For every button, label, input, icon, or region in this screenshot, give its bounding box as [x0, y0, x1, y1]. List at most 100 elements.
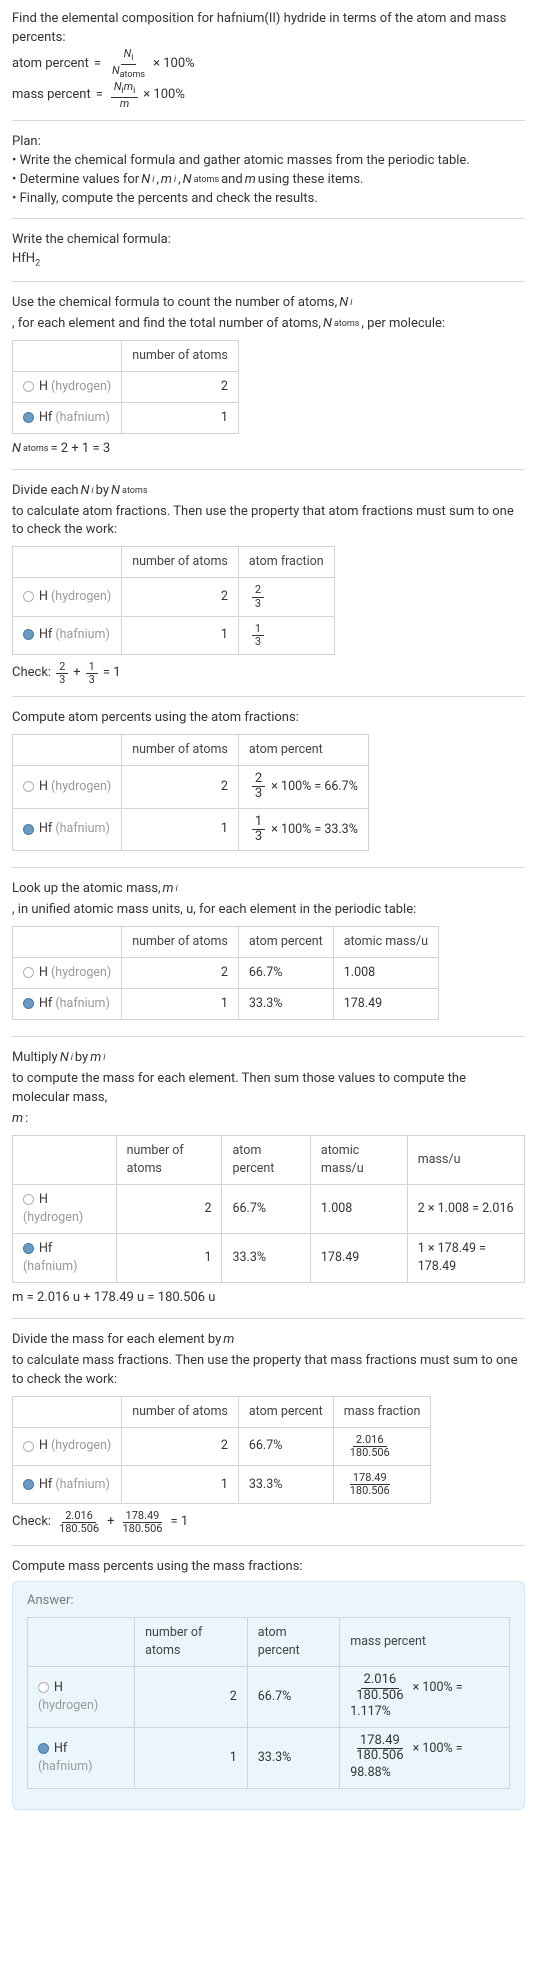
- fraction: 23: [252, 772, 265, 802]
- plan-b2-nasub: atoms: [194, 174, 219, 187]
- hydrogen-dot-icon: [38, 1682, 49, 1693]
- table-row: Hf (hafnium) 1 13 × 100% = 33.3%: [13, 808, 369, 851]
- element-h: H (hydrogen): [13, 957, 122, 988]
- check-frac-2: 178.49180.506: [119, 1510, 165, 1535]
- table-row: Hf (hafnium) 1 33.3% 178.49 1 × 178.49 =…: [13, 1234, 525, 1283]
- hf-symbol: Hf: [39, 996, 55, 1011]
- natoms-total: Natoms = 2 + 1 = 3: [12, 440, 525, 459]
- table-row: Hf (hafnium) 1 33.3% 178.49180.506 × 100…: [28, 1728, 510, 1789]
- hf-symbol: Hf: [39, 1477, 55, 1492]
- h-percent: 23 × 100% = 66.7%: [238, 765, 368, 808]
- atompct-title: Compute atom percents using the atom fra…: [12, 709, 525, 728]
- h-percent: 66.7%: [238, 1427, 333, 1465]
- h-atom-percent: 66.7%: [247, 1667, 339, 1728]
- hafnium-dot-icon: [23, 1243, 34, 1254]
- mc-nsub: i: [71, 1052, 73, 1065]
- natoms-n: N: [12, 440, 21, 459]
- mf-m: m: [223, 1331, 234, 1350]
- hf-atom-percent: 33.3%: [247, 1728, 339, 1789]
- count-pre: Use the chemical formula to count the nu…: [12, 294, 337, 313]
- h-name: (hydrogen): [51, 379, 111, 394]
- hf-atoms: 1: [122, 808, 239, 851]
- mf-end: to calculate mass fractions. Then use th…: [12, 1352, 525, 1390]
- h-atoms: 2: [122, 957, 239, 988]
- hf-symbol: Hf: [39, 410, 55, 425]
- table-row: H (hydrogen) 2 23: [13, 578, 335, 616]
- mass-calc-table: number of atoms atom percent atomic mass…: [12, 1135, 525, 1284]
- col-atoms: number of atoms: [122, 547, 239, 578]
- hf-symbol: Hf: [39, 1241, 52, 1256]
- mc-end-pre: to compute the mass for each element. Th…: [12, 1070, 525, 1108]
- hf-percent: 33.3%: [238, 1466, 333, 1504]
- hf-atoms: 1: [122, 402, 239, 433]
- atom-percent-table: number of atoms atom percent H (hydrogen…: [12, 734, 369, 851]
- col-atoms: number of atoms: [122, 1396, 239, 1427]
- element-hf: Hf (hafnium): [13, 1234, 117, 1283]
- element-h: H (hydrogen): [13, 578, 122, 616]
- af-nsub: i: [92, 485, 94, 498]
- table-header-row: number of atoms atom fraction: [13, 547, 335, 578]
- empty-header: [13, 926, 122, 957]
- mc-n: N: [60, 1049, 69, 1068]
- table-header-row: number of atoms atom percent atomic mass…: [13, 1135, 525, 1184]
- element-h: H (hydrogen): [13, 1427, 122, 1465]
- mass-lookup-text: Look up the atomic mass, mi , in unified…: [12, 880, 525, 920]
- frac-mnum-m: m: [124, 80, 133, 93]
- table-header-row: number of atoms: [13, 340, 239, 371]
- intro-text: Find the elemental composition for hafni…: [12, 10, 525, 48]
- empty-header: [13, 340, 122, 371]
- table-header-row: number of atoms atom percent mass percen…: [28, 1618, 510, 1667]
- mf-pre: Divide the mass for each element by: [12, 1331, 221, 1350]
- hf-percent: 13 × 100% = 33.3%: [238, 808, 368, 851]
- hf-atoms: 1: [122, 1466, 239, 1504]
- formula-title: Write the chemical formula:: [12, 231, 525, 250]
- count-nsub: i: [350, 297, 352, 310]
- element-h: H (hydrogen): [13, 1184, 117, 1233]
- frac-den: 3: [252, 830, 265, 844]
- table-row: H (hydrogen) 2 66.7% 2.016180.506 × 100%…: [28, 1667, 510, 1728]
- frac-num: 2: [252, 772, 265, 787]
- hafnium-dot-icon: [23, 629, 34, 640]
- atomfrac-check: Check: 23 + 13 = 1: [12, 661, 525, 686]
- hf-name: (hafnium): [55, 821, 109, 836]
- mass-percent-label: mass percent: [12, 86, 91, 105]
- plan-b2-mm: m: [245, 171, 256, 190]
- col-atoms: number of atoms: [122, 734, 239, 765]
- plan-title: Plan:: [12, 133, 525, 152]
- h-fraction: 2.016180.506: [333, 1427, 431, 1465]
- plan-b2-and: and: [221, 171, 243, 190]
- col-mass: atomic mass/u: [333, 926, 438, 957]
- formula-sub: 2: [35, 259, 40, 269]
- h-atoms: 2: [122, 765, 239, 808]
- table-row: H (hydrogen) 2 66.7% 2.016180.506: [13, 1427, 431, 1465]
- answer-table: number of atoms atom percent mass percen…: [27, 1617, 510, 1789]
- frac-den: 180.506: [347, 1447, 393, 1459]
- atomfrac-text: Divide each Ni by Natoms to calculate at…: [12, 482, 525, 541]
- frac-den: 180.506: [353, 1689, 406, 1703]
- element-hf: Hf (hafnium): [13, 989, 122, 1020]
- answer-box: Answer: number of atoms atom percent mas…: [12, 1581, 525, 1810]
- frac-num-sub: i: [131, 53, 133, 63]
- massfrac-text: Divide the mass for each element by m to…: [12, 1331, 525, 1390]
- element-hf: Hf (hafnium): [13, 616, 122, 654]
- equals-sign: =: [96, 86, 103, 105]
- plan-section: Plan: • Write the chemical formula and g…: [12, 133, 525, 219]
- frac-den: 3: [252, 598, 264, 610]
- table-row: H (hydrogen) 2 66.7% 1.008: [13, 957, 439, 988]
- col-fraction: mass fraction: [333, 1396, 431, 1427]
- mass-percent-formula: mass percent = Nimi m × 100%: [12, 81, 525, 110]
- count-n: N: [339, 294, 348, 313]
- frac-den-n: N: [112, 64, 120, 77]
- col-atom-percent: atom percent: [247, 1618, 339, 1667]
- h-name: (hydrogen): [51, 965, 111, 980]
- hf-fraction: 178.49180.506: [333, 1466, 431, 1504]
- table-row: Hf (hafnium) 1 33.3% 178.49: [13, 989, 439, 1020]
- h-name: (hydrogen): [51, 589, 111, 604]
- pct-rest: × 100% = 33.3%: [268, 822, 358, 837]
- ml-m: m: [163, 880, 174, 899]
- frac-mnum-msub: i: [133, 86, 135, 96]
- h-symbol: H: [39, 379, 51, 394]
- check-frac-1: 23: [56, 661, 68, 686]
- intro-section: Find the elemental composition for hafni…: [12, 10, 525, 121]
- plan-b2-end: using these items.: [258, 171, 364, 190]
